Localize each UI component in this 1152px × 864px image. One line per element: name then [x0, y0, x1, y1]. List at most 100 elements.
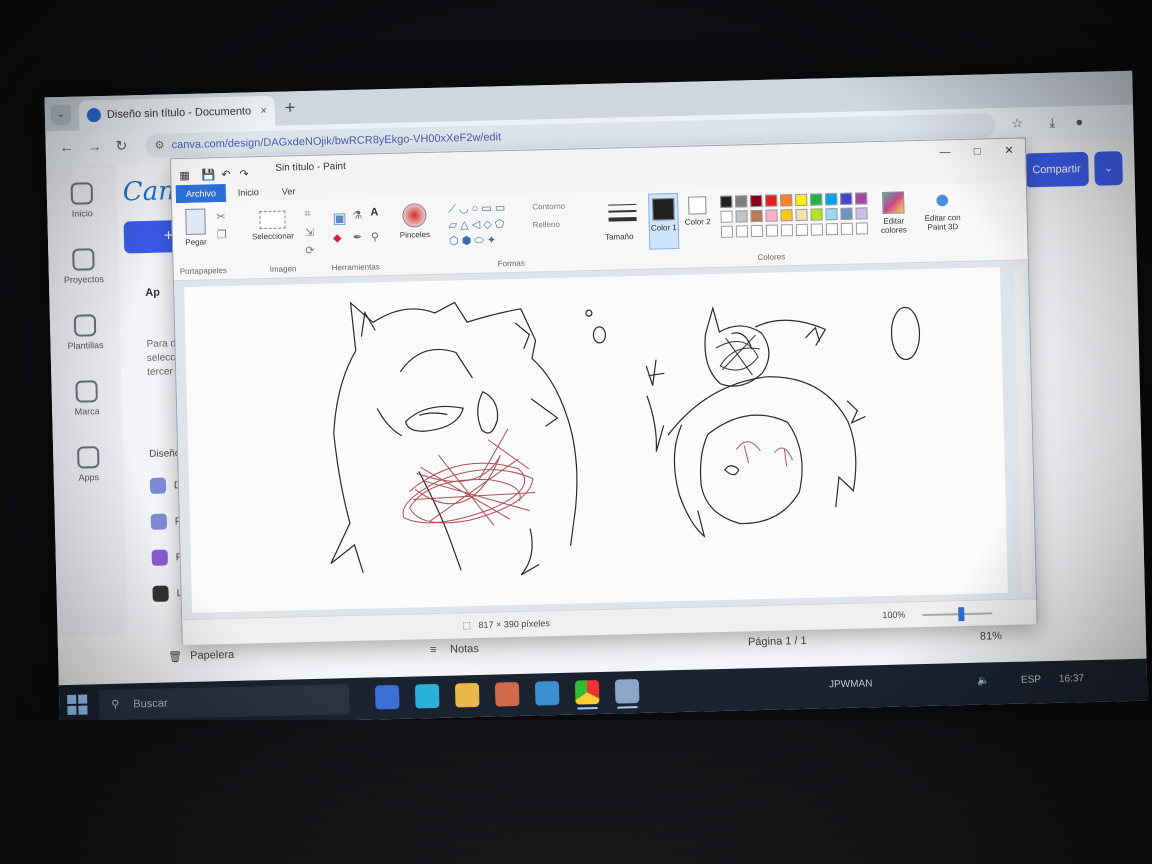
color-swatch[interactable] [810, 193, 823, 206]
color-swatch[interactable] [750, 194, 763, 208]
zoom-slider-thumb[interactable] [958, 607, 965, 622]
download-icon[interactable]: ⤓ [1049, 115, 1055, 131]
color-swatch[interactable] [735, 195, 748, 208]
rail-item-home[interactable]: Inicio [53, 182, 112, 219]
paste-button[interactable]: Pegar [180, 208, 211, 247]
color2-button[interactable]: Color 2 [684, 196, 711, 227]
edge-icon[interactable] [414, 683, 440, 709]
paint-taskbar-icon[interactable] [614, 679, 640, 704]
share-button[interactable]: Compartir [1024, 151, 1089, 188]
empty-color-swatch[interactable] [855, 222, 869, 235]
copy-icon[interactable]: ❐ [217, 228, 227, 241]
store-icon[interactable] [494, 681, 520, 707]
maximize-button[interactable]: □ [961, 139, 994, 164]
empty-color-swatch[interactable] [840, 222, 854, 235]
eraser-icon[interactable]: ◆ [333, 231, 342, 244]
color-swatch[interactable] [765, 209, 778, 222]
fill-button[interactable]: Relleno [533, 220, 560, 230]
color-swatch[interactable] [780, 194, 793, 207]
site-info-icon[interactable]: ⚙ [154, 133, 165, 157]
chrome-icon[interactable] [574, 680, 600, 705]
color-swatch[interactable] [735, 210, 748, 223]
color-swatch[interactable] [825, 193, 838, 206]
rail-item-brand[interactable]: Marca [57, 380, 116, 417]
fill-icon[interactable]: ⚗ [352, 209, 362, 222]
color-swatch[interactable] [795, 193, 808, 207]
reload-icon[interactable]: ↻ [115, 137, 127, 154]
color-picker-icon[interactable]: ✒ [353, 231, 363, 244]
color-swatch[interactable] [810, 208, 823, 221]
color-swatch[interactable] [720, 195, 733, 208]
profile-icon[interactable]: ● [1075, 114, 1083, 129]
star-shape-icon[interactable]: ⬡ ⬢ ⬭ ✦ [449, 233, 496, 248]
page-indicator[interactable]: Página 1 / 1 [748, 635, 807, 648]
empty-color-swatch[interactable] [825, 223, 839, 236]
color-swatch[interactable] [840, 192, 853, 205]
tab-file[interactable]: Archivo [175, 183, 227, 204]
color-swatch[interactable] [795, 208, 808, 222]
color-swatch[interactable] [780, 209, 793, 222]
empty-color-swatch[interactable] [750, 224, 764, 238]
share-more-button[interactable]: ⌄ [1094, 151, 1123, 186]
color-swatch[interactable] [825, 208, 838, 221]
color-swatch[interactable] [855, 192, 868, 205]
empty-color-swatch[interactable] [810, 223, 824, 236]
line-shape-icon[interactable]: ⟋ ◡ ○ ▭ ▭ [448, 201, 505, 216]
notes-button[interactable]: Notas [450, 643, 479, 656]
back-icon[interactable]: ← [59, 139, 73, 155]
color-swatch[interactable] [840, 207, 853, 220]
new-tab-button[interactable]: + [285, 97, 296, 118]
rail-item-apps[interactable]: Apps [59, 446, 118, 483]
brushes-button[interactable]: Pinceles [394, 203, 435, 240]
vertical-scrollbar[interactable] [1013, 266, 1032, 593]
windows-start-icon[interactable] [67, 694, 88, 716]
outline-button[interactable]: Contorno [532, 202, 565, 212]
mail-icon[interactable] [534, 680, 560, 706]
tab-search-button[interactable]: ⌄ [50, 104, 72, 126]
empty-color-swatch[interactable] [795, 223, 809, 237]
trash-icon[interactable]: 🗑 [168, 650, 182, 663]
color1-button[interactable]: Color 1 [647, 192, 680, 250]
polygon-shape-icon[interactable]: ▱ △ ◁ ◇ ⬠ [449, 217, 505, 231]
zoom-level[interactable]: 81% [980, 630, 1002, 643]
color-swatch[interactable] [765, 194, 778, 207]
text-icon[interactable]: A [370, 206, 378, 218]
close-button[interactable]: ✕ [993, 138, 1026, 163]
cut-icon[interactable]: ✂ [216, 210, 226, 223]
magnifier-icon[interactable]: ⚲ [371, 230, 379, 243]
drawing-canvas[interactable] [184, 267, 1008, 613]
star-icon[interactable]: ☆ [1011, 115, 1023, 131]
weather-widget[interactable]: JPWMAN [829, 678, 873, 690]
forward-icon[interactable]: → [87, 138, 101, 154]
trash-label[interactable]: Papelera [190, 649, 234, 662]
tab-close-icon[interactable]: × [260, 96, 267, 126]
file-explorer-icon[interactable] [454, 682, 480, 708]
empty-color-swatch[interactable] [780, 224, 794, 237]
browser-tab[interactable]: Diseño sin título - Documento × [78, 95, 276, 131]
color-swatch[interactable] [720, 210, 733, 223]
crop-icon[interactable]: ⌗ [304, 208, 311, 221]
empty-color-swatch[interactable] [720, 225, 734, 238]
color-swatch[interactable] [750, 209, 763, 223]
rotate-icon[interactable]: ⟳ [305, 244, 315, 257]
empty-color-swatch[interactable] [765, 224, 779, 237]
language-indicator[interactable]: ESP [1021, 674, 1041, 685]
edit-colors-button[interactable]: Editar colores [876, 191, 911, 235]
tab-view[interactable]: Ver [272, 182, 306, 201]
size-button[interactable]: Tamaño [600, 198, 644, 242]
rail-item-projects[interactable]: Proyectos [54, 248, 113, 285]
tab-home[interactable]: Inicio [228, 183, 269, 202]
clock[interactable]: 16:37 [1059, 673, 1084, 685]
color-swatch[interactable] [855, 207, 868, 220]
volume-icon[interactable]: 🔈 [977, 675, 990, 686]
pencil-icon[interactable]: ▣ [332, 209, 347, 227]
rail-item-templates[interactable]: Plantillas [56, 314, 115, 351]
select-button[interactable]: Seleccionar [244, 210, 301, 241]
empty-color-swatch[interactable] [735, 225, 749, 238]
resize-icon[interactable]: ⇲ [305, 226, 315, 239]
notes-icon[interactable]: ≡ [430, 644, 437, 656]
minimize-button[interactable]: — [929, 140, 962, 165]
taskbar-search[interactable]: ⚲ Buscar [98, 684, 350, 721]
paint3d-button[interactable]: Editar con Paint 3D [920, 190, 965, 232]
taskview-icon[interactable] [374, 684, 400, 710]
